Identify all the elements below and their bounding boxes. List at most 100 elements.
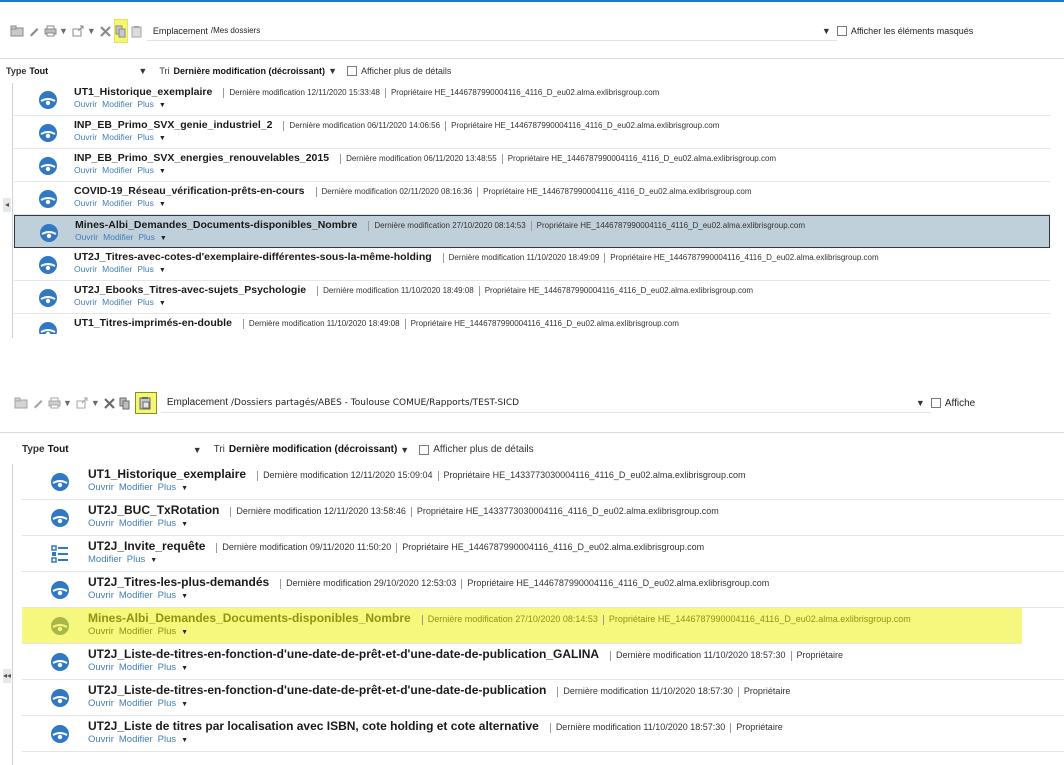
collapse-handle[interactable]: ◂◂ xyxy=(3,669,11,683)
item-title[interactable]: COVID-19_Réseau_vérification-prêts-en-co… xyxy=(74,185,305,197)
more-link[interactable]: Plus xyxy=(158,482,176,493)
more-link[interactable]: Plus xyxy=(137,99,154,109)
list-item[interactable]: UT2J_Liste-de-titres-en-fonction-d'une-d… xyxy=(22,644,1064,680)
open-link[interactable]: Ouvrir xyxy=(74,198,97,208)
edit-link[interactable]: Modifier xyxy=(119,662,153,673)
more-link[interactable]: Plus xyxy=(158,590,176,601)
list-item[interactable]: UT1_Historique_exemplaire Dernière modifi… xyxy=(22,464,1064,500)
new-item-button[interactable] xyxy=(10,20,24,42)
chevron-down-icon[interactable]: ▼ xyxy=(181,629,188,636)
more-details-checkbox[interactable] xyxy=(346,66,357,76)
list-item[interactable]: UT1_Historique_exemplaire Dernière modifi… xyxy=(14,83,1050,116)
open-link[interactable]: Ouvrir xyxy=(74,297,97,307)
open-link[interactable]: Ouvrir xyxy=(88,518,114,529)
list-item[interactable]: UT2J_Titres-les-plus-demandés Dernière mo… xyxy=(22,572,1064,608)
list-item[interactable]: UT2J_Ebooks_Titres-avec-sujets_Psycholog… xyxy=(14,281,1050,314)
collapse-handle[interactable]: ◂ xyxy=(3,198,11,212)
edit-button[interactable] xyxy=(28,20,40,42)
chevron-down-icon[interactable]: ▼ xyxy=(160,235,167,242)
chevron-down-icon[interactable]: ▼ xyxy=(328,66,337,76)
edit-link[interactable]: Modifier xyxy=(119,698,153,709)
delete-button[interactable] xyxy=(104,392,115,414)
edit-link[interactable]: Modifier xyxy=(103,232,133,242)
type-select[interactable]: Tout ▼ xyxy=(48,444,208,455)
list-item-selected[interactable]: Mines-Albi_Demandes_Documents-disponible… xyxy=(14,215,1050,248)
paste-button[interactable] xyxy=(134,392,157,414)
edit-link[interactable]: Modifier xyxy=(102,132,132,142)
chevron-down-icon[interactable]: ▼ xyxy=(916,398,925,408)
copy-button[interactable] xyxy=(119,392,131,414)
open-link[interactable]: Ouvrir xyxy=(88,626,114,637)
more-link[interactable]: Plus xyxy=(158,518,176,529)
sort-select[interactable]: Dernière modification (décroissant) xyxy=(174,66,326,76)
chevron-down-icon[interactable]: ▼ xyxy=(181,593,188,600)
edit-link[interactable]: Modifier xyxy=(102,198,132,208)
show-hidden-checkbox[interactable] xyxy=(930,398,941,408)
more-link[interactable]: Plus xyxy=(158,626,176,637)
edit-link[interactable]: Modifier xyxy=(119,626,153,637)
open-link[interactable]: Ouvrir xyxy=(74,165,97,175)
item-title[interactable]: UT2J_BUC_TxRotation xyxy=(88,503,219,517)
more-link[interactable]: Plus xyxy=(127,554,145,565)
list-item-partial[interactable]: UT1_Titres-imprimés-en-double Dernière mo… xyxy=(14,314,1050,334)
open-link[interactable]: Ouvrir xyxy=(75,232,98,242)
edit-link[interactable]: Modifier xyxy=(119,590,153,601)
export-button[interactable]: ▼ xyxy=(72,20,96,42)
open-link[interactable]: Ouvrir xyxy=(74,264,97,274)
edit-link[interactable]: Modifier xyxy=(102,99,132,109)
new-item-button[interactable] xyxy=(14,392,28,414)
list-item-pasted[interactable]: Mines-Albi_Demandes_Documents-disponible… xyxy=(22,608,1022,644)
chevron-down-icon[interactable]: ▼ xyxy=(400,445,409,455)
item-title[interactable]: UT2J_Liste-de-titres-en-fonction-d'une-d… xyxy=(88,683,546,697)
item-title[interactable]: UT1_Historique_exemplaire xyxy=(74,86,212,98)
paste-button[interactable] xyxy=(131,20,143,42)
more-link[interactable]: Plus xyxy=(137,165,154,175)
item-title[interactable]: UT1_Titres-imprimés-en-double xyxy=(74,317,232,329)
open-link[interactable]: Ouvrir xyxy=(88,590,114,601)
type-select[interactable]: Tout ▼ xyxy=(29,66,153,76)
edit-link[interactable]: Modifier xyxy=(88,554,122,565)
chevron-down-icon[interactable]: ▼ xyxy=(181,485,188,492)
edit-button[interactable] xyxy=(32,392,44,414)
item-title[interactable]: UT2J_Liste-de-titres-en-fonction-d'une-d… xyxy=(88,647,599,661)
more-link[interactable]: Plus xyxy=(158,662,176,673)
open-link[interactable]: Ouvrir xyxy=(74,132,97,142)
list-item[interactable]: UT2J_BUC_TxRotation Dernière modification… xyxy=(22,500,1064,536)
more-link[interactable]: Plus xyxy=(137,132,154,142)
list-item[interactable]: INP_EB_Primo_SVX_genie_industriel_2 Derni… xyxy=(14,116,1050,149)
location-selector[interactable]: Emplacement /Mes dossiers ▼ xyxy=(146,21,837,41)
item-title[interactable]: UT2J_Titres-avec-cotes-d'exemplaire-diff… xyxy=(74,251,432,263)
list-item[interactable]: COVID-19_Réseau_vérification-prêts-en-co… xyxy=(14,182,1050,215)
open-link[interactable]: Ouvrir xyxy=(74,99,97,109)
chevron-down-icon[interactable]: ▼ xyxy=(181,521,188,528)
list-item[interactable]: UT2J_Liste de titres par localisation av… xyxy=(22,716,1064,752)
chevron-down-icon[interactable]: ▼ xyxy=(159,135,166,142)
edit-link[interactable]: Modifier xyxy=(119,518,153,529)
item-title[interactable]: UT2J_Ebooks_Titres-avec-sujets_Psycholog… xyxy=(74,284,306,296)
item-title[interactable]: UT1_Historique_exemplaire xyxy=(88,467,246,481)
chevron-down-icon[interactable]: ▼ xyxy=(159,300,166,307)
item-title[interactable]: Mines-Albi_Demandes_Documents-disponible… xyxy=(75,219,357,231)
edit-link[interactable]: Modifier xyxy=(102,165,132,175)
chevron-down-icon[interactable]: ▼ xyxy=(159,168,166,175)
export-button[interactable]: ▼ xyxy=(76,392,100,414)
edit-link[interactable]: Modifier xyxy=(119,482,153,493)
item-title[interactable]: INP_EB_Primo_SVX_energies_renouvelables_… xyxy=(74,152,329,164)
chevron-down-icon[interactable]: ▼ xyxy=(159,267,166,274)
edit-link[interactable]: Modifier xyxy=(119,734,153,745)
item-title[interactable]: UT2J_Liste de titres par localisation av… xyxy=(88,719,539,733)
more-details-checkbox[interactable] xyxy=(419,444,430,455)
more-link[interactable]: Plus xyxy=(137,198,154,208)
chevron-down-icon[interactable]: ▼ xyxy=(181,701,188,708)
print-button[interactable]: ▼ xyxy=(44,20,68,42)
delete-button[interactable] xyxy=(100,20,111,42)
more-link[interactable]: Plus xyxy=(138,232,155,242)
chevron-down-icon[interactable]: ▼ xyxy=(181,737,188,744)
list-item[interactable]: UT2J_Liste-de-titres-en-fonction-d'une-d… xyxy=(22,680,1064,716)
more-link[interactable]: Plus xyxy=(158,698,176,709)
item-title[interactable]: UT2J_Titres-les-plus-demandés xyxy=(88,575,269,589)
print-button[interactable]: ▼ xyxy=(48,392,72,414)
item-title[interactable]: INP_EB_Primo_SVX_genie_industriel_2 xyxy=(74,119,272,131)
more-link[interactable]: Plus xyxy=(137,264,154,274)
sort-select[interactable]: Dernière modification (décroissant) xyxy=(229,444,397,455)
